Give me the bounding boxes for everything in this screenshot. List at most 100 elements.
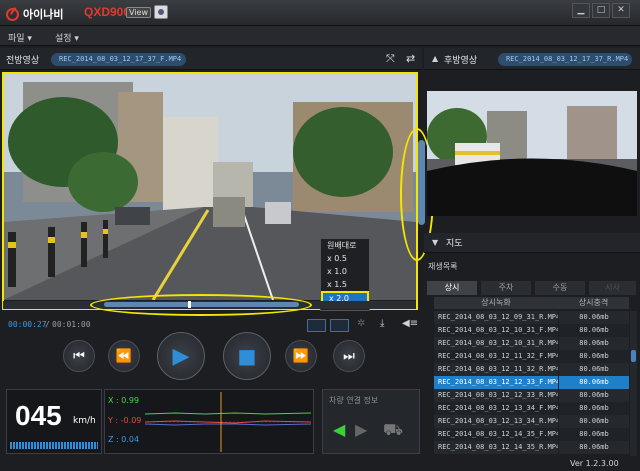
playlist-scrollbar[interactable] xyxy=(630,311,637,456)
playlist-row-filename: REC_2014_08_03_12_14_35_R.MP4 xyxy=(438,443,558,451)
playlist-row[interactable]: REC_2014_08_03_12_12_33_R.MP4 80.06mb xyxy=(434,389,629,402)
playlist-row-filename: REC_2014_08_03_12_11_32_F.MP4 xyxy=(438,352,558,360)
playlist-title: 재생목록 xyxy=(428,262,458,271)
playlist-row-size: 80.06mb xyxy=(558,402,629,415)
arrow-right-icon: ▶ xyxy=(355,420,368,439)
g-sensor-graph: X : 0.99 Y : -0.09 Z : 0.04 xyxy=(104,389,314,454)
playlist-row-filename: REC_2014_08_03_12_12_33_R.MP4 xyxy=(438,391,558,399)
total-time: 00:01:00 xyxy=(52,320,91,329)
settings-icon[interactable]: ✲ xyxy=(357,318,365,329)
column-normal-impact[interactable]: 상시충격 xyxy=(558,297,629,309)
playlist-row-filename: REC_2014_08_03_12_13_34_F.MP4 xyxy=(438,404,558,412)
sensor-x: X : 0.99 xyxy=(108,396,140,405)
menu-file[interactable]: 파일 ▾ xyxy=(8,31,32,44)
playlist-row[interactable]: REC_2014_08_03_12_13_34_F.MP4 80.06mb xyxy=(434,402,629,415)
vertical-slider[interactable] xyxy=(418,140,425,225)
maximize-button[interactable]: □ xyxy=(592,3,610,18)
rear-video-scene xyxy=(427,91,637,216)
fullscreen-icon[interactable]: ⤧ xyxy=(386,52,395,66)
folder-button[interactable] xyxy=(307,319,326,332)
playlist-row[interactable]: REC_2014_08_03_12_14_35_F.MP4 80.06mb xyxy=(434,428,629,441)
playlist-row-size: 80.06mb xyxy=(558,350,629,363)
playlist-row-filename: REC_2014_08_03_12_10_31_F.MP4 xyxy=(438,326,558,334)
column-normal-recording[interactable]: 상시녹화 xyxy=(434,297,558,309)
sensor-z: Z : 0.04 xyxy=(108,435,140,444)
speed-option[interactable]: x 1.0 xyxy=(321,265,369,278)
playlist-row-filename: REC_2014_08_03_12_11_32_R.MP4 xyxy=(438,365,558,373)
playlist-row-size: 80.06mb xyxy=(558,337,629,350)
vehicle-connection-panel: 차량 연결 정보 ◀ ▶ ⛟ xyxy=(322,389,420,454)
playlist-row-filename: REC_2014_08_03_12_13_34_R.MP4 xyxy=(438,417,558,425)
sensor-plot xyxy=(145,392,311,452)
fast-forward-icon: ⏩ xyxy=(292,348,310,364)
playlist-row-size: 80.06mb xyxy=(558,428,629,441)
download-icon[interactable]: ⤓ xyxy=(380,318,384,329)
play-button[interactable]: ▶ xyxy=(157,332,205,380)
window-button[interactable] xyxy=(330,319,349,332)
close-button[interactable]: ✕ xyxy=(612,3,630,18)
playlist-row-filename: REC_2014_08_03_12_12_33_F.MP4 xyxy=(438,378,558,386)
playlist-row[interactable]: REC_2014_08_03_12_10_31_R.MP4 80.06mb xyxy=(434,337,629,350)
tab-normal[interactable]: 상시 xyxy=(427,281,477,295)
rear-video-label: 후방영상 xyxy=(444,56,478,66)
speed-option[interactable]: 원배대로 xyxy=(321,239,369,252)
playlist-row-size: 80.06mb xyxy=(558,389,629,402)
view-badge: View xyxy=(126,7,151,18)
stop-icon: ■ xyxy=(237,344,257,368)
rewind-icon: ⏪ xyxy=(115,348,133,364)
camera-icon[interactable] xyxy=(154,5,168,19)
tab-manual[interactable]: 수동 xyxy=(535,281,585,295)
arrow-left-icon: ◀ xyxy=(333,420,346,439)
playlist-row[interactable]: REC_2014_08_03_12_09_31_R.MP4 80.06mb xyxy=(434,311,629,324)
collapse-up-icon[interactable]: ▲ xyxy=(432,54,438,63)
playlist-scroll-thumb[interactable] xyxy=(631,350,636,362)
skip-next-icon: ⏭ xyxy=(343,348,355,364)
fast-forward-button[interactable]: ⏩ xyxy=(285,340,317,372)
tab-extra[interactable]: 시사 xyxy=(589,281,636,295)
playlist-row[interactable]: REC_2014_08_03_12_13_34_R.MP4 80.06mb xyxy=(434,415,629,428)
tab-parking[interactable]: 주차 xyxy=(481,281,531,295)
app-logo: 아이나비 xyxy=(6,6,63,22)
playlist-row[interactable]: REC_2014_08_03_12_11_32_R.MP4 80.06mb xyxy=(434,363,629,376)
menu-settings[interactable]: 설정 ▾ xyxy=(55,31,79,44)
playlist-row-size: 80.06mb xyxy=(558,311,629,324)
logo-text: 아이나비 xyxy=(23,8,64,21)
playlist-row-size: 80.06mb xyxy=(558,363,629,376)
skip-next-button[interactable]: ⏭ xyxy=(333,340,365,372)
speed-gauge-bar xyxy=(10,442,98,449)
speed-option[interactable]: x 0.5 xyxy=(321,252,369,265)
version-label: Ver 1.2.3.00 xyxy=(570,459,619,468)
speed-value: 045 xyxy=(15,400,62,431)
swap-icon[interactable]: ⇄ xyxy=(406,52,415,65)
inavi-logo-icon xyxy=(6,7,19,21)
playlist-row-size: 80.06mb xyxy=(558,441,629,454)
rewind-button[interactable]: ⏪ xyxy=(108,340,140,372)
playlist-row-filename: REC_2014_08_03_12_09_31_R.MP4 xyxy=(438,313,558,321)
playlist-row-filename: REC_2014_08_03_12_10_31_R.MP4 xyxy=(438,339,558,347)
playlist-row-size: 80.06mb xyxy=(558,415,629,428)
playlist-header: 상시녹화 상시충격 xyxy=(434,297,629,309)
rear-video-view[interactable] xyxy=(427,91,637,216)
map-label: 지도 xyxy=(446,239,463,249)
sensor-y: Y : -0.09 xyxy=(108,416,142,425)
model-name: QXD900 xyxy=(84,5,131,19)
play-icon: ▶ xyxy=(172,343,190,369)
playlist-row[interactable]: REC_2014_08_03_12_11_32_F.MP4 80.06mb xyxy=(434,350,629,363)
playlist-row[interactable]: REC_2014_08_03_12_10_31_F.MP4 80.06mb xyxy=(434,324,629,337)
menu-bar xyxy=(0,26,640,46)
skip-previous-button[interactable]: ⏮ xyxy=(63,340,95,372)
front-filename: REC_2014_08_03_12_17_37_F.MP4 xyxy=(51,53,186,66)
rear-filename: REC_2014_08_03_12_17_37_R.MP4 xyxy=(498,53,632,66)
speed-option[interactable]: x 1.5 xyxy=(321,278,369,291)
seek-highlight-ellipse xyxy=(90,294,312,316)
playlist-row[interactable]: REC_2014_08_03_12_14_35_R.MP4 80.06mb xyxy=(434,441,629,454)
skip-previous-icon: ⏮ xyxy=(73,348,85,364)
current-time: 00:00:27 xyxy=(8,320,47,329)
volume-icon[interactable]: ◀≡ xyxy=(402,318,418,329)
playlist-row-filename: REC_2014_08_03_12_14_35_F.MP4 xyxy=(438,430,558,438)
playlist-row[interactable]: REC_2014_08_03_12_12_33_F.MP4 80.06mb xyxy=(434,376,629,389)
expand-down-icon[interactable]: ▼ xyxy=(432,238,438,247)
stop-button[interactable]: ■ xyxy=(223,332,271,380)
speed-unit: km/h xyxy=(73,416,96,426)
minimize-button[interactable]: ▁ xyxy=(572,3,590,18)
